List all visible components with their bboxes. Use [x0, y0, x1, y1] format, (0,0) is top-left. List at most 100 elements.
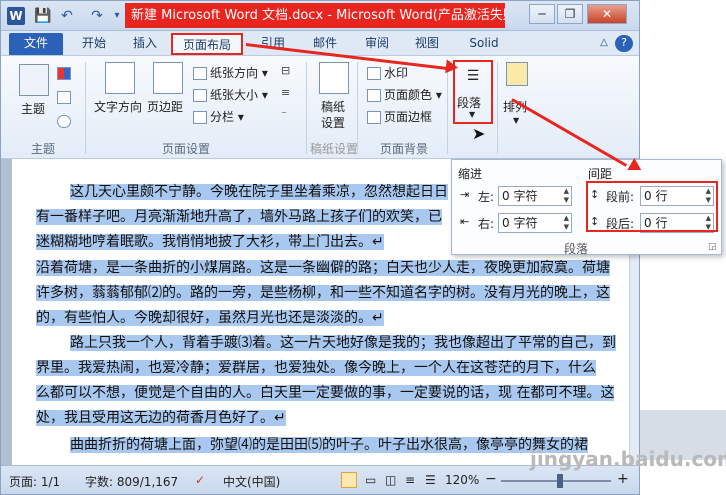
- manuscript-button-line2[interactable]: 设置: [321, 114, 345, 131]
- tab-view[interactable]: 视图: [409, 33, 445, 55]
- manuscript-button-line1[interactable]: 稿纸: [321, 98, 345, 115]
- text-direction-button[interactable]: 文字方向: [94, 98, 142, 115]
- arrange-dropdown-icon[interactable]: ▼: [513, 116, 519, 125]
- themes-icon[interactable]: [19, 64, 49, 96]
- title-bar: W 💾 ↶ ↷ ▾ 新建 Microsoft Word 文档.docx - Mi…: [1, 1, 639, 31]
- zoom-out-button[interactable]: −: [485, 471, 497, 487]
- zoom-level[interactable]: 120%: [445, 473, 479, 487]
- paragraph-button[interactable]: ☰ 段落 ▼: [453, 60, 493, 124]
- paragraph-label: 段落: [457, 96, 482, 110]
- print-layout-view-icon[interactable]: [341, 472, 357, 488]
- group-separator: [357, 62, 358, 154]
- watermark-button[interactable]: 水印: [367, 64, 408, 81]
- reading-view-icon[interactable]: ▭: [365, 473, 376, 487]
- group-label-page-setup: 页面设置: [161, 142, 210, 156]
- margins-icon[interactable]: [153, 62, 183, 94]
- language-indicator[interactable]: 中文(中国): [223, 473, 280, 490]
- mouse-cursor-icon: ➤: [472, 124, 486, 143]
- page-border-label: 页面边框: [384, 110, 433, 124]
- indent-left-value: 0 字符: [502, 189, 538, 203]
- customize-quick-access-icon[interactable]: ▾: [107, 6, 127, 26]
- document-line: 曲曲折折的荷塘上面，弥望⑷的是田田⑸的叶子。叶子出水很高，像亭亭的舞女的裙: [70, 437, 588, 453]
- indent-title: 缩进: [458, 167, 483, 181]
- redo-icon[interactable]: ↷: [87, 6, 107, 26]
- line-numbers-icon[interactable]: ≡: [281, 86, 290, 99]
- zoom-slider-thumb[interactable]: [557, 474, 563, 488]
- indent-left-label: 左:: [478, 190, 495, 204]
- proofing-icon[interactable]: ✓: [195, 473, 205, 487]
- tab-insert[interactable]: 插入: [125, 33, 165, 55]
- document-line: 界里。我爱热闹，也爱冷静；爱群居，也爱独处。像今晚上，一个人在这苍茫的月下，什么: [36, 360, 596, 376]
- draft-view-icon[interactable]: ☰: [425, 473, 436, 487]
- restore-button[interactable]: ❐: [557, 4, 583, 24]
- arrange-icon[interactable]: [506, 62, 528, 86]
- document-line: 路上只我一个人，背着手踱⑶着。这一片天地好像是我的；我也像超出了平常的自己，到: [70, 335, 616, 351]
- document-line: 的，有些怕人。今晚却很好，虽然月光也还是淡淡的。↵: [36, 310, 384, 326]
- paragraph-dropdown-icon: ▼: [469, 110, 476, 119]
- spacing-title: 间距: [588, 167, 613, 181]
- document-line: 沿着荷塘，是一条曲折的小煤屑路。这是一条幽僻的路；白天也少人走，夜晚更加寂寞。荷…: [36, 260, 610, 276]
- indent-right-label: 右:: [478, 217, 495, 231]
- annotation-arrowhead-icon: [445, 59, 459, 75]
- tab-review[interactable]: 审阅: [359, 33, 395, 55]
- themes-button-label[interactable]: 主题: [21, 100, 45, 117]
- outline-view-icon[interactable]: ≡: [405, 473, 415, 487]
- theme-fonts-icon[interactable]: [57, 90, 74, 104]
- group-separator: [447, 62, 448, 154]
- word-logo-icon[interactable]: W: [7, 7, 25, 25]
- tab-file[interactable]: 文件: [9, 33, 63, 55]
- manuscript-icon[interactable]: [319, 62, 349, 94]
- collapse-ribbon-icon[interactable]: △: [597, 33, 611, 55]
- ribbon: 主题 主题 文字方向 页边距 纸张方向 ▾ 纸张大小 ▾ 分栏 ▾ ⊟ ≡ ⁻ …: [1, 55, 639, 159]
- paragraph-icon: ☰: [466, 68, 480, 84]
- spinner-arrows-icon[interactable]: ▲ ▼: [564, 187, 569, 205]
- save-icon[interactable]: 💾: [33, 6, 53, 26]
- close-button[interactable]: ✕: [587, 4, 627, 24]
- group-separator: [306, 62, 307, 154]
- indent-left-icon: ⇥: [460, 188, 470, 201]
- spinner-arrows-icon[interactable]: ▲ ▼: [564, 214, 569, 232]
- hyphenation-icon[interactable]: ⁻: [281, 108, 287, 121]
- group-label-manuscript: 稿纸设置: [309, 142, 358, 156]
- web-layout-view-icon[interactable]: ◫: [385, 473, 396, 487]
- page-color-button[interactable]: 页面颜色 ▾: [367, 86, 442, 103]
- document-line: 迷糊糊地哼着眠歌。我悄悄地披了大衫，带上门出去。↵: [36, 234, 384, 250]
- group-separator: [497, 62, 498, 154]
- indent-right-input[interactable]: 0 字符 ▲ ▼: [498, 213, 572, 233]
- tab-home[interactable]: 开始: [75, 33, 113, 55]
- document-line: 有一番样子吧。月亮渐渐地升高了，墙外马路上孩子们的欢笑，已: [36, 209, 442, 225]
- watermark-label: 水印: [384, 66, 409, 80]
- tab-solid[interactable]: Solid: [461, 33, 507, 55]
- help-icon[interactable]: ?: [615, 35, 633, 52]
- undo-icon[interactable]: ↶: [57, 6, 77, 26]
- watermark: jingyan.baidu.com: [530, 447, 726, 471]
- word-count[interactable]: 字数: 809/1,167: [85, 473, 178, 490]
- page-border-button[interactable]: 页面边框: [367, 108, 432, 125]
- paper-size-button[interactable]: 纸张大小 ▾: [193, 86, 268, 103]
- breaks-icon[interactable]: ⊟: [281, 64, 290, 77]
- indent-left-input[interactable]: 0 字符 ▲ ▼: [498, 186, 572, 206]
- tab-page-layout[interactable]: 页面布局: [171, 33, 243, 55]
- document-line: 么都可以不想，便觉是个自由的人。白天里一定要做的事，一定要说的话，现 在都可不理…: [36, 385, 615, 401]
- theme-colors-icon[interactable]: [57, 66, 74, 80]
- group-label-page-background: 页面背景: [379, 142, 428, 156]
- document-line: 这几天心里颇不宁静。今晚在院子里坐着乘凉，忽然想起日日: [70, 184, 448, 200]
- document-line: 处，我且受用这无边的荷香月色好了。↵: [36, 410, 286, 426]
- columns-label: 分栏 ▾: [210, 110, 244, 124]
- group-separator: [85, 62, 86, 154]
- group-label-theme: 主题: [30, 142, 55, 156]
- paper-direction-button[interactable]: 纸张方向 ▾: [193, 64, 268, 81]
- document-line: 许多树，蓊蓊郁郁⑵的。路的一旁，是些杨柳，和一些不知道名字的树。没有月光的晚上，…: [36, 285, 610, 301]
- indent-right-value: 0 字符: [502, 216, 538, 230]
- zoom-slider-track[interactable]: [501, 480, 611, 482]
- indent-right-icon: ⇤: [460, 215, 470, 228]
- columns-button[interactable]: 分栏 ▾: [193, 108, 244, 125]
- margins-button[interactable]: 页边距: [147, 98, 183, 115]
- theme-effects-icon[interactable]: [57, 114, 74, 128]
- minimize-button[interactable]: ─: [529, 4, 555, 24]
- text-direction-icon[interactable]: [105, 62, 135, 94]
- page-count[interactable]: 页面: 1/1: [9, 473, 60, 490]
- zoom-in-button[interactable]: +: [617, 471, 629, 487]
- paper-size-label: 纸张大小 ▾: [210, 88, 268, 102]
- dialog-launcher-icon[interactable]: ◲: [708, 242, 717, 252]
